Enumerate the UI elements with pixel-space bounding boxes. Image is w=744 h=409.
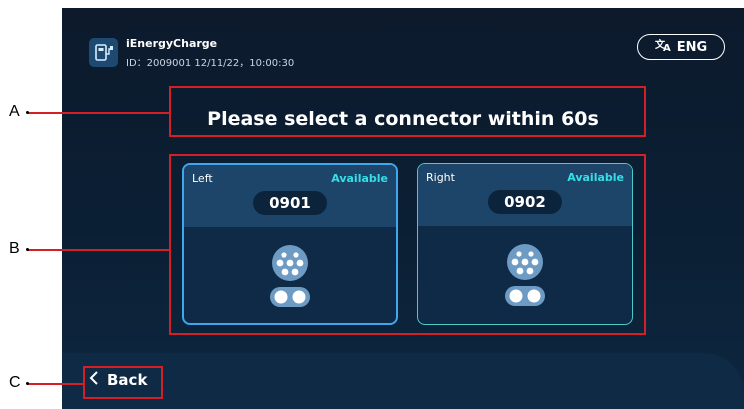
callout-dot-b [26,248,29,251]
bottom-panel [62,353,744,409]
callout-box-c [83,366,163,399]
language-label: ENG [676,39,708,55]
callout-label-b: B [9,240,20,257]
language-button[interactable]: 文A ENG [637,34,725,60]
callout-leader-b [27,249,169,251]
callout-box-a [169,86,646,137]
callout-label-c: C [9,374,21,391]
translate-icon: 文A [655,38,673,56]
app-name: iEnergyCharge [126,37,218,50]
callout-dot-c [26,382,29,385]
callout-leader-a [27,112,169,114]
device-info: ID：2009001 12/11/22，10:00:30 [126,58,295,69]
svg-text:A: A [663,43,671,52]
callout-leader-c [27,383,83,385]
ev-charger-icon [89,38,118,67]
callout-label-a: A [9,103,20,120]
callout-dot-a [26,111,29,114]
callout-box-b [169,154,646,335]
